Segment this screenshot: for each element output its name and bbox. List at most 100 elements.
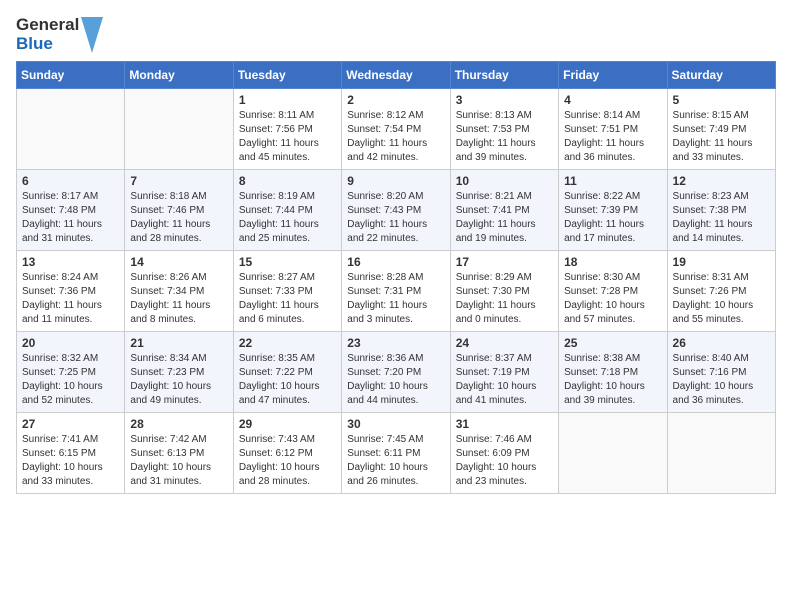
calendar-cell <box>559 413 667 494</box>
calendar-week-row: 27 Sunrise: 7:41 AM Sunset: 6:15 PM Dayli… <box>17 413 776 494</box>
calendar-week-row: 1 Sunrise: 8:11 AM Sunset: 7:56 PM Daylig… <box>17 89 776 170</box>
calendar-cell: 10Sunrise: 8:21 AM Sunset: 7:41 PM Dayli… <box>450 170 558 251</box>
day-info: Sunrise: 8:15 AM Sunset: 7:49 PM Dayligh… <box>673 109 770 165</box>
day-info: Sunrise: 8:29 AM Sunset: 7:30 PM Dayligh… <box>456 271 553 327</box>
day-number: 17 <box>456 255 553 269</box>
calendar-cell <box>667 413 775 494</box>
day-number: 30 <box>347 417 444 431</box>
calendar-cell: 8 Sunrise: 8:19 AM Sunset: 7:44 PM Daylig… <box>233 170 341 251</box>
day-info: Sunrise: 8:24 AM Sunset: 7:36 PM Dayligh… <box>22 271 119 327</box>
calendar-cell: 30 Sunrise: 7:45 AM Sunset: 6:11 PM Dayli… <box>342 413 450 494</box>
day-info: Sunrise: 8:31 AM Sunset: 7:26 PM Dayligh… <box>673 271 770 327</box>
day-info: Sunrise: 8:12 AM Sunset: 7:54 PM Dayligh… <box>347 109 444 165</box>
calendar-cell: 31Sunrise: 7:46 AM Sunset: 6:09 PM Dayli… <box>450 413 558 494</box>
day-number: 8 <box>239 174 336 188</box>
calendar-cell: 22 Sunrise: 8:35 AM Sunset: 7:22 PM Dayli… <box>233 332 341 413</box>
day-number: 19 <box>673 255 770 269</box>
calendar-cell: 18 Sunrise: 8:30 AM Sunset: 7:28 PM Dayli… <box>559 251 667 332</box>
calendar-cell <box>125 89 233 170</box>
calendar-cell: 21 Sunrise: 8:34 AM Sunset: 7:23 PM Dayli… <box>125 332 233 413</box>
calendar-cell: 2 Sunrise: 8:12 AM Sunset: 7:54 PM Daylig… <box>342 89 450 170</box>
logo-blue-text: Blue <box>16 35 79 54</box>
logo-general-text: General <box>16 16 79 35</box>
day-info: Sunrise: 8:14 AM Sunset: 7:51 PM Dayligh… <box>564 109 661 165</box>
weekday-header: Wednesday <box>342 62 450 89</box>
day-info: Sunrise: 8:27 AM Sunset: 7:33 PM Dayligh… <box>239 271 336 327</box>
day-info: Sunrise: 8:18 AM Sunset: 7:46 PM Dayligh… <box>130 190 227 246</box>
day-info: Sunrise: 8:11 AM Sunset: 7:56 PM Dayligh… <box>239 109 336 165</box>
weekday-header: Tuesday <box>233 62 341 89</box>
day-number: 3 <box>456 93 553 107</box>
day-number: 6 <box>22 174 119 188</box>
day-number: 23 <box>347 336 444 350</box>
day-info: Sunrise: 8:28 AM Sunset: 7:31 PM Dayligh… <box>347 271 444 327</box>
day-number: 14 <box>130 255 227 269</box>
calendar-cell: 13 Sunrise: 8:24 AM Sunset: 7:36 PM Dayli… <box>17 251 125 332</box>
page-header: General Blue <box>16 16 776 53</box>
logo-triangle-icon <box>81 17 103 53</box>
calendar-cell: 27 Sunrise: 7:41 AM Sunset: 6:15 PM Dayli… <box>17 413 125 494</box>
day-number: 21 <box>130 336 227 350</box>
day-info: Sunrise: 7:46 AM Sunset: 6:09 PM Dayligh… <box>456 433 553 489</box>
calendar-cell: 29Sunrise: 7:43 AM Sunset: 6:12 PM Dayli… <box>233 413 341 494</box>
weekday-header: Monday <box>125 62 233 89</box>
calendar-cell: 7 Sunrise: 8:18 AM Sunset: 7:46 PM Daylig… <box>125 170 233 251</box>
day-info: Sunrise: 8:20 AM Sunset: 7:43 PM Dayligh… <box>347 190 444 246</box>
day-info: Sunrise: 8:26 AM Sunset: 7:34 PM Dayligh… <box>130 271 227 327</box>
logo: General Blue <box>16 16 103 53</box>
day-number: 12 <box>673 174 770 188</box>
day-number: 29 <box>239 417 336 431</box>
calendar-cell: 25Sunrise: 8:38 AM Sunset: 7:18 PM Dayli… <box>559 332 667 413</box>
day-number: 1 <box>239 93 336 107</box>
calendar-cell: 9 Sunrise: 8:20 AM Sunset: 7:43 PM Daylig… <box>342 170 450 251</box>
day-number: 22 <box>239 336 336 350</box>
calendar-cell <box>17 89 125 170</box>
day-info: Sunrise: 8:37 AM Sunset: 7:19 PM Dayligh… <box>456 352 553 408</box>
calendar-cell: 12 Sunrise: 8:23 AM Sunset: 7:38 PM Dayli… <box>667 170 775 251</box>
day-info: Sunrise: 8:35 AM Sunset: 7:22 PM Dayligh… <box>239 352 336 408</box>
calendar-cell: 28Sunrise: 7:42 AM Sunset: 6:13 PM Dayli… <box>125 413 233 494</box>
day-number: 5 <box>673 93 770 107</box>
day-number: 9 <box>347 174 444 188</box>
day-info: Sunrise: 8:40 AM Sunset: 7:16 PM Dayligh… <box>673 352 770 408</box>
day-info: Sunrise: 8:13 AM Sunset: 7:53 PM Dayligh… <box>456 109 553 165</box>
day-info: Sunrise: 8:34 AM Sunset: 7:23 PM Dayligh… <box>130 352 227 408</box>
calendar-cell: 19 Sunrise: 8:31 AM Sunset: 7:26 PM Dayli… <box>667 251 775 332</box>
calendar-cell: 3 Sunrise: 8:13 AM Sunset: 7:53 PM Daylig… <box>450 89 558 170</box>
calendar-week-row: 6Sunrise: 8:17 AM Sunset: 7:48 PM Daylig… <box>17 170 776 251</box>
calendar-cell: 6Sunrise: 8:17 AM Sunset: 7:48 PM Daylig… <box>17 170 125 251</box>
day-number: 25 <box>564 336 661 350</box>
day-info: Sunrise: 8:36 AM Sunset: 7:20 PM Dayligh… <box>347 352 444 408</box>
day-number: 18 <box>564 255 661 269</box>
day-number: 16 <box>347 255 444 269</box>
calendar-cell: 1 Sunrise: 8:11 AM Sunset: 7:56 PM Daylig… <box>233 89 341 170</box>
day-info: Sunrise: 7:45 AM Sunset: 6:11 PM Dayligh… <box>347 433 444 489</box>
calendar-cell: 5 Sunrise: 8:15 AM Sunset: 7:49 PM Daylig… <box>667 89 775 170</box>
logo-text: General Blue <box>16 16 79 53</box>
day-number: 10 <box>456 174 553 188</box>
calendar-week-row: 20Sunrise: 8:32 AM Sunset: 7:25 PM Dayli… <box>17 332 776 413</box>
calendar-cell: 20Sunrise: 8:32 AM Sunset: 7:25 PM Dayli… <box>17 332 125 413</box>
day-number: 7 <box>130 174 227 188</box>
day-info: Sunrise: 8:23 AM Sunset: 7:38 PM Dayligh… <box>673 190 770 246</box>
day-number: 13 <box>22 255 119 269</box>
day-info: Sunrise: 8:22 AM Sunset: 7:39 PM Dayligh… <box>564 190 661 246</box>
day-info: Sunrise: 7:41 AM Sunset: 6:15 PM Dayligh… <box>22 433 119 489</box>
weekday-header-row: SundayMondayTuesdayWednesdayThursdayFrid… <box>17 62 776 89</box>
calendar-table: SundayMondayTuesdayWednesdayThursdayFrid… <box>16 61 776 494</box>
calendar-cell: 24 Sunrise: 8:37 AM Sunset: 7:19 PM Dayli… <box>450 332 558 413</box>
day-number: 2 <box>347 93 444 107</box>
day-info: Sunrise: 8:30 AM Sunset: 7:28 PM Dayligh… <box>564 271 661 327</box>
calendar-cell: 15Sunrise: 8:27 AM Sunset: 7:33 PM Dayli… <box>233 251 341 332</box>
calendar-cell: 11Sunrise: 8:22 AM Sunset: 7:39 PM Dayli… <box>559 170 667 251</box>
day-info: Sunrise: 8:19 AM Sunset: 7:44 PM Dayligh… <box>239 190 336 246</box>
calendar-cell: 14 Sunrise: 8:26 AM Sunset: 7:34 PM Dayli… <box>125 251 233 332</box>
calendar-cell: 26Sunrise: 8:40 AM Sunset: 7:16 PM Dayli… <box>667 332 775 413</box>
calendar-cell: 17 Sunrise: 8:29 AM Sunset: 7:30 PM Dayli… <box>450 251 558 332</box>
day-info: Sunrise: 7:42 AM Sunset: 6:13 PM Dayligh… <box>130 433 227 489</box>
weekday-header: Thursday <box>450 62 558 89</box>
day-number: 24 <box>456 336 553 350</box>
weekday-header: Friday <box>559 62 667 89</box>
day-number: 27 <box>22 417 119 431</box>
day-number: 4 <box>564 93 661 107</box>
